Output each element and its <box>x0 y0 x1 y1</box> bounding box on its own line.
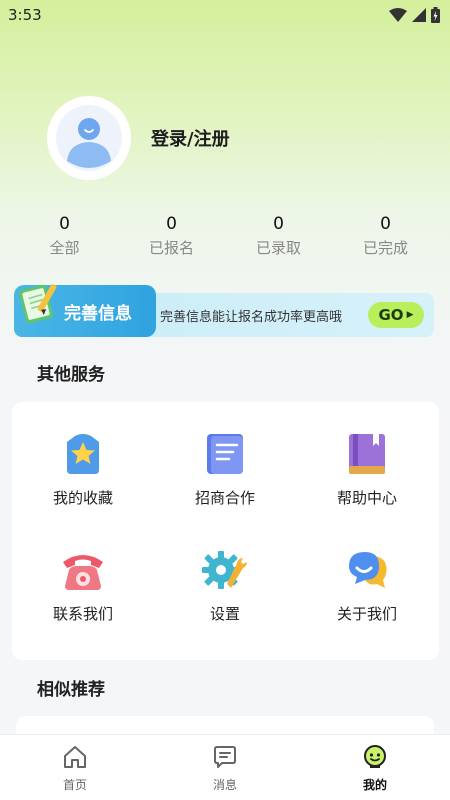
login-register-link[interactable]: 登录/注册 <box>151 125 230 151</box>
service-label: 关于我们 <box>336 605 397 623</box>
stat-label: 全部 <box>49 239 80 257</box>
service-favorites[interactable]: 我的收藏 <box>12 408 154 518</box>
chat-bubbles-icon <box>349 552 387 588</box>
services-section-title: 其他服务 <box>37 365 105 385</box>
service-label: 帮助中心 <box>336 489 397 507</box>
stat-completed[interactable]: 0 已完成 <box>332 213 439 258</box>
tab-label: 消息 <box>212 778 237 792</box>
banner-description: 完善信息能让报名成功率更高哦 <box>160 310 343 325</box>
book-icon <box>349 434 385 474</box>
service-settings[interactable]: 设置 <box>154 524 296 634</box>
profile-header[interactable]: 登录/注册 <box>47 96 230 180</box>
tab-label: 首页 <box>62 778 87 792</box>
battery-icon <box>431 7 440 23</box>
recommend-section-title: 相似推荐 <box>37 680 105 700</box>
profile-face-icon <box>364 745 386 768</box>
service-label: 联系我们 <box>52 605 113 623</box>
tab-mine[interactable]: 我的 <box>300 735 450 800</box>
service-contact-us[interactable]: 联系我们 <box>12 524 154 634</box>
tab-label: 我的 <box>362 778 387 792</box>
service-help-center[interactable]: 帮助中心 <box>296 408 438 518</box>
banner-title-badge: 完善信息 <box>14 284 156 337</box>
home-icon <box>64 746 86 768</box>
stats-row: 0 全部 0 已报名 0 已录取 0 已完成 <box>11 213 439 258</box>
message-icon <box>214 746 236 768</box>
banner-title: 完善信息 <box>64 304 132 324</box>
stat-label: 已报名 <box>148 239 194 257</box>
service-label: 设置 <box>209 605 240 623</box>
complete-info-banner[interactable]: 完善信息 完善信息能让报名成功率更高哦 GO ▶ <box>14 284 434 337</box>
telephone-icon <box>63 555 103 590</box>
default-avatar-icon <box>56 105 122 171</box>
stat-count: 0 <box>166 214 177 234</box>
avatar[interactable] <box>47 96 131 180</box>
status-time: 3:53 <box>8 6 42 24</box>
play-arrow-icon: ▶ <box>406 310 414 320</box>
document-icon <box>207 434 243 474</box>
service-label: 招商合作 <box>194 489 255 507</box>
services-card: 我的收藏 招商合作 帮助中心 联系我们 设置 关于我们 <box>12 402 439 660</box>
favorites-icon <box>67 434 99 474</box>
stat-label: 已完成 <box>362 239 408 257</box>
stat-count: 0 <box>380 214 391 234</box>
signal-icon <box>412 8 426 22</box>
stat-registered[interactable]: 0 已报名 <box>118 213 225 258</box>
status-bar: 3:53 <box>0 0 450 30</box>
service-label: 我的收藏 <box>52 489 113 507</box>
service-about-us[interactable]: 关于我们 <box>296 524 438 634</box>
tab-messages[interactable]: 消息 <box>150 735 300 800</box>
service-business-cooperation[interactable]: 招商合作 <box>154 408 296 518</box>
status-icons <box>389 7 440 23</box>
bottom-tab-bar: 首页 消息 我的 <box>0 734 450 800</box>
notebook-pencil-icon <box>18 284 57 324</box>
wifi-icon <box>389 8 407 22</box>
stat-count: 0 <box>59 214 70 234</box>
tab-home[interactable]: 首页 <box>0 735 150 800</box>
go-label: GO <box>378 306 404 324</box>
go-button[interactable]: GO ▶ <box>368 302 424 328</box>
gear-icon <box>202 551 247 589</box>
stat-admitted[interactable]: 0 已录取 <box>225 213 332 258</box>
stat-count: 0 <box>273 214 284 234</box>
stat-all[interactable]: 0 全部 <box>11 213 118 258</box>
stat-label: 已录取 <box>255 239 301 257</box>
